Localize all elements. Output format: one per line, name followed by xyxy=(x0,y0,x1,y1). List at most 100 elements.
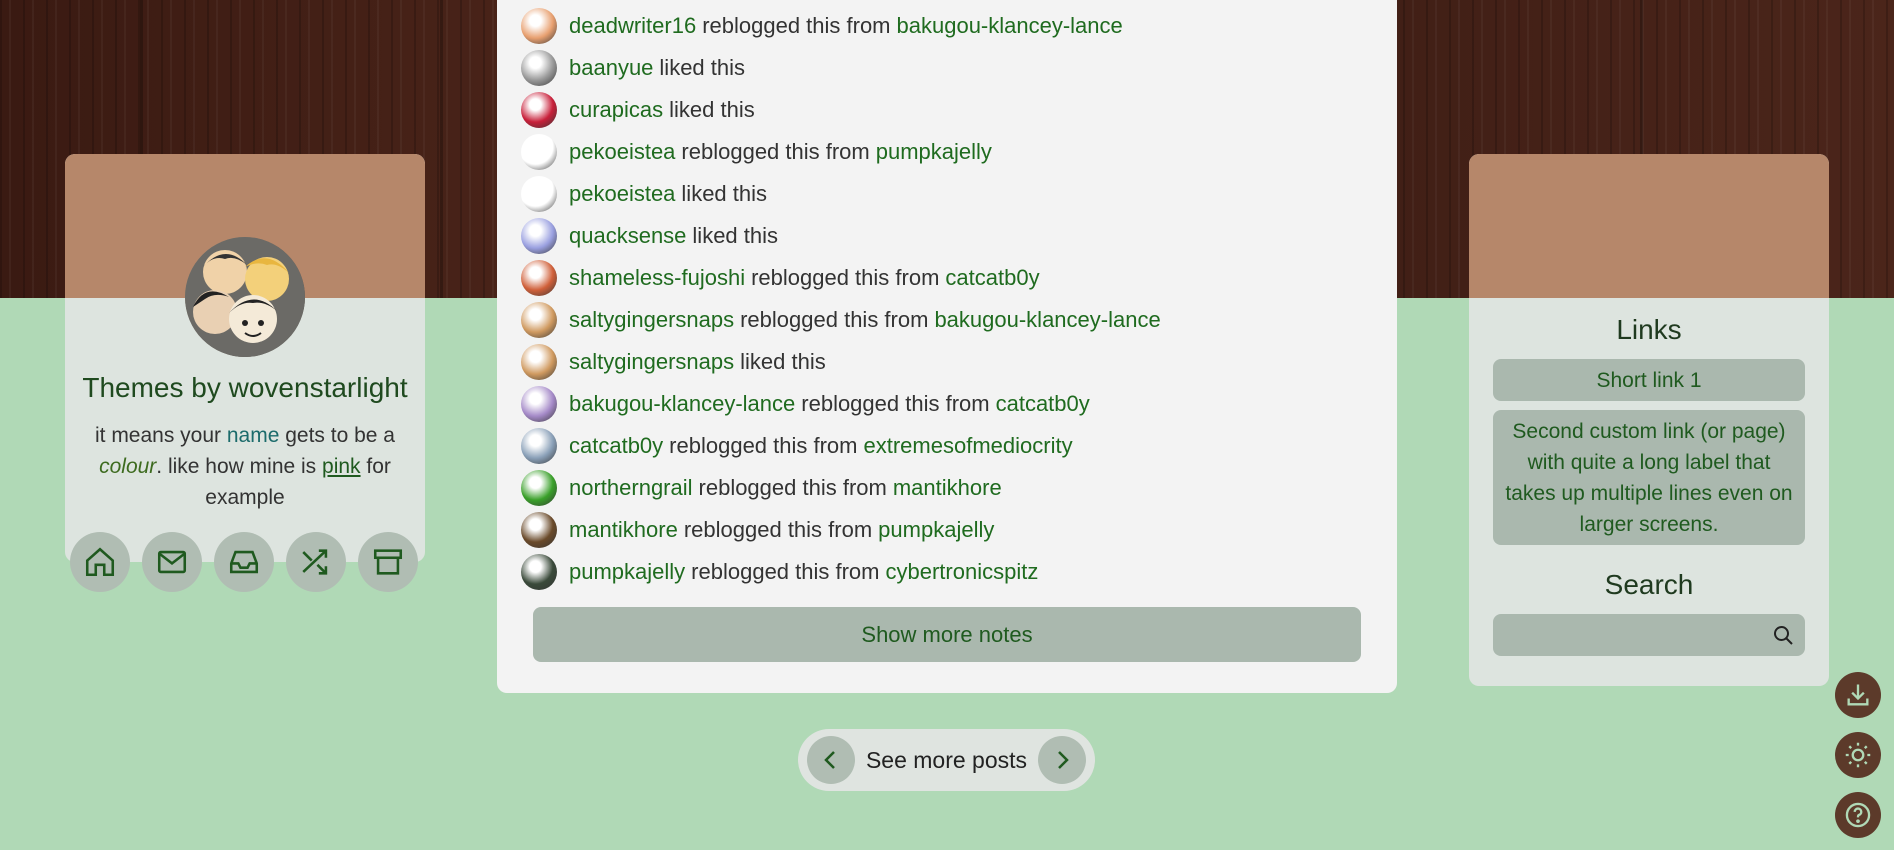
note-username-link[interactable]: pekoeistea xyxy=(569,181,675,207)
note-action-text: reblogged this from xyxy=(691,559,880,584)
note-source-link[interactable]: catcatb0y xyxy=(945,265,1039,291)
custom-link-2[interactable]: Second custom link (or page) with quite … xyxy=(1493,410,1805,545)
note-row: baanyue liked this xyxy=(521,49,1381,87)
note-avatar[interactable] xyxy=(521,134,557,170)
shuffle-icon xyxy=(302,549,328,575)
note-avatar[interactable] xyxy=(521,428,557,464)
sidebar-header-band xyxy=(1469,154,1829,298)
note-username-link[interactable]: saltygingersnaps xyxy=(569,307,734,333)
download-icon xyxy=(1847,684,1869,706)
pagination: See more posts xyxy=(798,729,1095,791)
description-text: gets to be a xyxy=(279,424,395,447)
note-username-link[interactable]: northerngrail xyxy=(569,475,693,501)
note-action-text: liked this xyxy=(681,181,768,206)
note-avatar[interactable] xyxy=(521,50,557,86)
note-avatar[interactable] xyxy=(521,470,557,506)
note-username-link[interactable]: quacksense xyxy=(569,223,686,249)
note-username-link[interactable]: bakugou-klancey-lance xyxy=(569,391,795,417)
note-action-text: reblogged this from xyxy=(801,391,990,416)
notes-panel: deadwriter16 reblogged this from bakugou-k… xyxy=(497,0,1397,693)
note-username-link[interactable]: pumpkajelly xyxy=(569,559,685,585)
archive-icon xyxy=(373,549,403,575)
note-avatar[interactable] xyxy=(521,92,557,128)
pagination-label: See more posts xyxy=(865,746,1028,773)
note-row: bakugou-klancey-lance reblogged this from… xyxy=(521,385,1381,423)
previous-page-button[interactable] xyxy=(807,736,855,784)
note-row: shameless-fujoshi reblogged this from catc… xyxy=(521,259,1381,297)
note-avatar[interactable] xyxy=(521,512,557,548)
note-source-link[interactable]: bakugou-klancey-lance xyxy=(934,307,1160,333)
note-avatar[interactable] xyxy=(521,386,557,422)
next-page-button[interactable] xyxy=(1038,736,1086,784)
note-action-text: liked this xyxy=(659,55,746,80)
note-avatar[interactable] xyxy=(521,260,557,296)
description-text: . like how mine is xyxy=(156,455,323,478)
note-row: pekoeistea reblogged this from pumpkajelly xyxy=(521,133,1381,171)
note-username-link[interactable]: baanyue xyxy=(569,55,653,81)
note-action-text: reblogged this from xyxy=(669,433,858,458)
blog-title: Themes by wovenstarlight xyxy=(82,372,408,403)
note-row: pumpkajelly reblogged this from cybertroni… xyxy=(521,553,1381,591)
sidebar-profile-card: Themes by wovenstarlight it means your n… xyxy=(65,154,425,562)
note-action-text: liked this xyxy=(692,223,779,248)
note-avatar[interactable] xyxy=(521,302,557,338)
note-source-link[interactable]: extremesofmediocrity xyxy=(864,433,1073,459)
note-avatar[interactable] xyxy=(521,8,557,44)
note-username-link[interactable]: deadwriter16 xyxy=(569,13,696,39)
links-heading: Links xyxy=(1616,314,1682,345)
note-action-text: liked this xyxy=(740,349,826,374)
note-avatar[interactable] xyxy=(521,218,557,254)
sun-icon xyxy=(1845,742,1871,768)
note-row: saltygingersnaps reblogged this from bakug… xyxy=(521,301,1381,339)
note-username-link[interactable]: shameless-fujoshi xyxy=(569,265,745,291)
note-row: curapicas liked this xyxy=(521,91,1381,129)
note-row: saltygingersnaps liked this xyxy=(521,343,1381,381)
note-source-link[interactable]: bakugou-klancey-lance xyxy=(897,13,1123,39)
description-link-pink[interactable]: pink xyxy=(322,455,361,478)
note-row: catcatb0y reblogged this from extremesofme… xyxy=(521,427,1381,465)
note-username-link[interactable]: catcatb0y xyxy=(569,433,663,459)
note-row: quacksense liked this xyxy=(521,217,1381,255)
note-row: deadwriter16 reblogged this from bakugou-k… xyxy=(521,7,1381,45)
note-row: mantikhore reblogged this from pumpkajelly xyxy=(521,511,1381,549)
note-row: pekoeistea liked this xyxy=(521,175,1381,213)
note-action-text: reblogged this from xyxy=(698,475,887,500)
inbox-icon xyxy=(229,550,259,574)
note-username-link[interactable]: curapicas xyxy=(569,97,663,123)
note-source-link[interactable]: pumpkajelly xyxy=(876,139,992,165)
chevron-right-icon xyxy=(1058,751,1069,769)
mail-button[interactable] xyxy=(142,532,202,592)
custom-link-1[interactable]: Short link 1 xyxy=(1493,359,1805,401)
description-highlight-name: name xyxy=(226,424,280,447)
help-button[interactable] xyxy=(1835,792,1881,838)
inbox-button[interactable] xyxy=(214,532,274,592)
note-action-text: liked this xyxy=(669,97,755,122)
note-avatar[interactable] xyxy=(521,344,557,380)
chevron-left-icon xyxy=(824,751,835,769)
blog-avatar[interactable] xyxy=(185,237,305,357)
note-source-link[interactable]: catcatb0y xyxy=(996,391,1090,417)
note-username-link[interactable]: saltygingersnaps xyxy=(569,349,734,375)
note-action-text: reblogged this from xyxy=(751,265,940,290)
mail-icon xyxy=(157,550,187,574)
note-action-text: reblogged this from xyxy=(683,517,873,542)
home-button[interactable] xyxy=(70,532,130,592)
note-action-text: reblogged this from xyxy=(740,307,929,332)
note-username-link[interactable]: pekoeistea xyxy=(569,139,675,165)
note-source-link[interactable]: cybertronicspitz xyxy=(886,559,1039,585)
note-source-link[interactable]: pumpkajelly xyxy=(878,517,994,543)
show-more-notes-button[interactable]: Show more notes xyxy=(533,607,1361,662)
sidebar-nav xyxy=(70,532,430,592)
archive-button[interactable] xyxy=(358,532,418,592)
note-avatar[interactable] xyxy=(521,176,557,212)
note-action-text: reblogged this from xyxy=(681,139,870,164)
search-input[interactable] xyxy=(1493,614,1763,656)
search-icon[interactable] xyxy=(1771,623,1795,647)
theme-toggle-button[interactable] xyxy=(1835,732,1881,778)
note-avatar[interactable] xyxy=(521,554,557,590)
note-source-link[interactable]: mantikhore xyxy=(893,475,1002,501)
shuffle-button[interactable] xyxy=(286,532,346,592)
note-username-link[interactable]: mantikhore xyxy=(569,517,678,543)
description-highlight-colour: colour xyxy=(99,455,157,478)
download-button[interactable] xyxy=(1835,672,1881,718)
